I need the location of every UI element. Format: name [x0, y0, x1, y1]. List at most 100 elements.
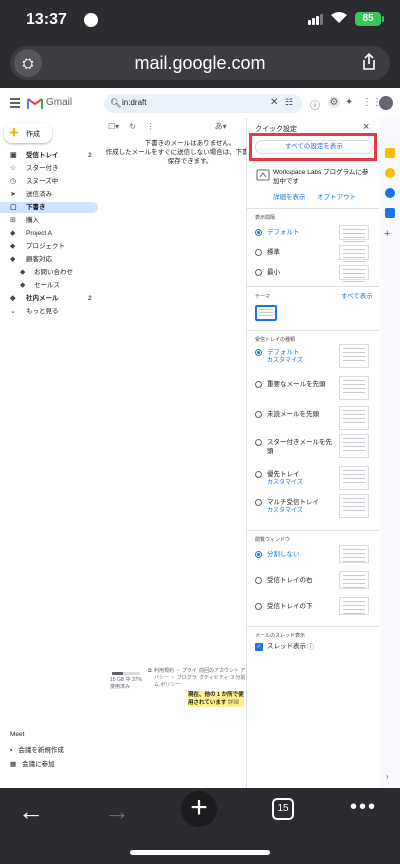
inbox-type-option-radio[interactable] — [255, 439, 262, 446]
share-icon[interactable] — [360, 53, 378, 71]
clear-search-icon[interactable]: ✕ — [270, 97, 278, 108]
search-bar[interactable]: 🔍︎ in:draft ✕ ☷ — [104, 94, 302, 113]
new-tab-button[interactable]: + — [181, 791, 217, 827]
status-bar: 13:37 85 — [0, 0, 400, 42]
meet-title: Meet — [10, 731, 25, 738]
inbox-type-option-radio[interactable] — [255, 349, 262, 356]
details-link[interactable]: 詳細を表示 — [273, 191, 306, 201]
more-menu-icon[interactable]: ••• — [350, 796, 377, 819]
sidebar-item[interactable]: ▣ 受信トレイ 2 — [0, 150, 100, 161]
inbox-type-option-radio[interactable] — [255, 499, 262, 506]
divider — [247, 330, 379, 331]
help-icon[interactable]: ⓘ — [310, 97, 320, 112]
star-icon: ☆ — [10, 165, 17, 172]
sidebar-item-label: 受信トレイ — [26, 152, 59, 159]
inbox-type-option-radio[interactable] — [255, 411, 262, 418]
label-icon: ◆ — [10, 243, 16, 250]
density-option-text: 最小 — [267, 269, 280, 276]
menu-icon[interactable] — [10, 98, 20, 110]
input-tools-icon[interactable]: あ▾ — [215, 122, 227, 131]
theme-view-all-link[interactable]: すべて表示 — [341, 290, 373, 300]
optout-link[interactable]: オプトアウト — [317, 191, 356, 201]
signal-icon — [316, 16, 319, 25]
clock-icon: ◷ — [10, 178, 17, 185]
list-toolbar: ☐▾ ↻ ⋮ あ▾ — [108, 121, 227, 132]
url-text[interactable]: mail.google.com — [10, 53, 390, 74]
inbox-type-option-radio[interactable] — [255, 381, 262, 388]
inbox-type-preview — [339, 466, 369, 490]
search-icon[interactable]: 🔍︎ — [110, 98, 121, 109]
new-meeting-link[interactable]: ▪ 会議を新規作成 — [10, 744, 64, 754]
battery-tip — [382, 16, 384, 22]
terms-links[interactable]: 利用規約 ・ プライバシー ・ プログラム ポリシー — [154, 668, 200, 689]
theme-thumbnail[interactable] — [255, 305, 277, 321]
density-preview — [339, 265, 369, 282]
sidebar-item[interactable]: ◷ スヌーズ中 — [0, 176, 100, 187]
send-icon: ➤ — [10, 191, 16, 198]
signal-icon — [320, 14, 323, 25]
customize-link[interactable]: カスタマイズ — [267, 479, 337, 488]
gemini-icon[interactable]: ✦ — [345, 97, 353, 108]
sidebar-item-label: 社内メール — [26, 295, 59, 302]
sidebar-item[interactable]: ◆ セールス — [0, 280, 100, 291]
sidebar-item[interactable]: ◆ Project A — [0, 228, 100, 239]
browser-toolbar: ← → + 15 ••• — [0, 788, 400, 864]
home-indicator — [130, 850, 270, 855]
contacts-icon[interactable] — [385, 208, 395, 218]
forward-arrow-icon[interactable]: → — [104, 796, 130, 827]
tab-count-button[interactable]: 15 — [272, 798, 294, 820]
sidebar-item[interactable]: ◆ プロジェクト — [0, 241, 100, 252]
thread-checkbox[interactable]: ✓ — [255, 643, 263, 651]
refresh-icon[interactable]: ↻ — [129, 122, 136, 131]
join-meeting-link[interactable]: ▦ 会議に参加 — [10, 758, 64, 768]
sidebar-item-label: 顧客対応 — [26, 256, 52, 263]
details-link[interactable]: 詳細 — [228, 700, 239, 706]
reading-pane-option-radio[interactable] — [255, 577, 262, 584]
side-panel-rail: + › — [380, 118, 400, 788]
density-option-radio[interactable] — [255, 249, 262, 256]
sidebar-item[interactable]: ▢ 下書き — [0, 202, 98, 213]
density-option-radio[interactable] — [255, 229, 262, 236]
back-arrow-icon[interactable]: ← — [18, 796, 44, 827]
sidebar-item[interactable]: ⌄ もっと見る — [0, 306, 100, 317]
density-header: 表示間隔 — [255, 215, 276, 221]
help-icon[interactable]: ⓘ — [307, 642, 314, 652]
density-option-radio[interactable] — [255, 269, 262, 276]
reading-pane-option-radio[interactable] — [255, 603, 262, 610]
inbox-type-option-radio[interactable] — [255, 471, 262, 478]
customize-link[interactable]: カスタマイズ — [267, 357, 337, 366]
avatar[interactable] — [379, 96, 393, 110]
sidebar-item[interactable]: ☆ スター付き — [0, 163, 100, 174]
sidebar-item[interactable]: ⊞ 購入 — [0, 215, 100, 226]
settings-gear-icon[interactable]: ⚙ — [328, 97, 340, 108]
workspace-labs-icon — [256, 169, 270, 181]
close-icon[interactable]: × — [363, 121, 369, 133]
reading-pane-option-radio[interactable] — [255, 551, 262, 558]
customize-link[interactable]: カスタマイズ — [267, 507, 337, 516]
calendar-icon[interactable] — [385, 148, 395, 158]
label-icon: ◆ — [10, 256, 16, 263]
sidebar-item[interactable]: ◆ 顧客対応 — [0, 254, 100, 265]
density-option-label: 最小 — [267, 268, 337, 277]
add-addon-icon[interactable]: + — [384, 228, 390, 240]
see-all-settings-button[interactable]: すべての設定を表示 — [255, 140, 373, 154]
compose-button[interactable]: + 作成 — [4, 123, 52, 143]
inbox-type-preview — [339, 434, 369, 458]
battery-icon: 85 — [355, 12, 381, 26]
tasks-icon[interactable] — [385, 188, 395, 198]
search-input[interactable]: in:draft — [122, 98, 146, 107]
select-checkbox[interactable]: ☐▾ — [108, 122, 119, 131]
wifi-icon — [331, 12, 347, 23]
sidebar-item[interactable]: ➤ 送信済み — [0, 189, 100, 200]
search-options-icon[interactable]: ☷ — [285, 97, 293, 108]
keep-icon[interactable] — [385, 168, 395, 178]
reading-pane-option-text: 受信トレイの右 — [267, 577, 313, 584]
sidebar-item[interactable]: ◆ 社内メール 2 — [0, 293, 100, 304]
meet-section: Meet ▪ 会議を新規作成 ▦ 会議に参加 — [10, 731, 64, 768]
more-actions-icon[interactable]: ⋮ — [146, 122, 154, 131]
expand-icon[interactable]: › — [386, 772, 389, 781]
sidebar-item[interactable]: ◆ お問い合わせ — [0, 267, 100, 278]
sidebar-item-label: お問い合わせ — [34, 269, 73, 276]
inbox-type-option-label: スター付きメールを先頭 — [267, 438, 337, 456]
address-bar[interactable]: ⛭ mail.google.com — [10, 46, 390, 80]
